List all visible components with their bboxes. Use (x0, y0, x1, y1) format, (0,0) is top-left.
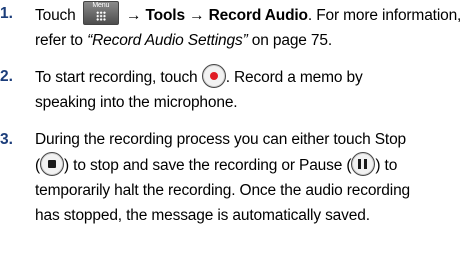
halt-text: temporarily halt the recording. Once the… (35, 182, 411, 199)
to-text: ) to (375, 157, 398, 174)
arrow-icon: → (125, 7, 142, 24)
record-audio-label: Record Audio (208, 7, 308, 24)
step-text: During the recording process you can eit… (35, 127, 465, 228)
page-reference: on page 75. (251, 32, 333, 49)
tools-label: Tools (145, 7, 186, 24)
pause-bar (364, 159, 368, 169)
stop-pause-text: ) to stop and save the recording or Paus… (64, 157, 352, 174)
start-text: To start recording, touch (35, 69, 198, 86)
touch-text: Touch (35, 7, 76, 24)
saved-text: has stopped, the message is automaticall… (35, 207, 370, 224)
pause-icon (351, 152, 376, 176)
menu-key-label: Menu (92, 2, 110, 9)
reference-link[interactable]: “Record Audio Settings” (87, 32, 248, 49)
recording-process-text: During the recording process you can eit… (35, 131, 407, 148)
step-text: Touch Menu → Tools → Record Audio. For m… (35, 1, 465, 53)
record-memo-text: . Record a memo by (225, 69, 363, 86)
record-icon (201, 64, 226, 88)
instructions-document: 1. Touch Menu → Tools → Record Audio. Fo… (0, 0, 470, 253)
pause-bar (358, 159, 362, 169)
step-number: 3. (0, 131, 13, 148)
step-text: To start recording, touch . Record a mem… (35, 64, 465, 115)
stop-square (48, 160, 57, 168)
menu-grid-icon (95, 11, 106, 21)
step-number: 2. (0, 68, 13, 85)
step-number: 1. (0, 5, 13, 22)
record-dot (209, 72, 218, 80)
menu-key-icon: Menu (82, 1, 119, 25)
arrow-icon: → (189, 7, 205, 24)
stop-icon (40, 152, 65, 176)
microphone-text: speaking into the microphone. (35, 94, 238, 111)
